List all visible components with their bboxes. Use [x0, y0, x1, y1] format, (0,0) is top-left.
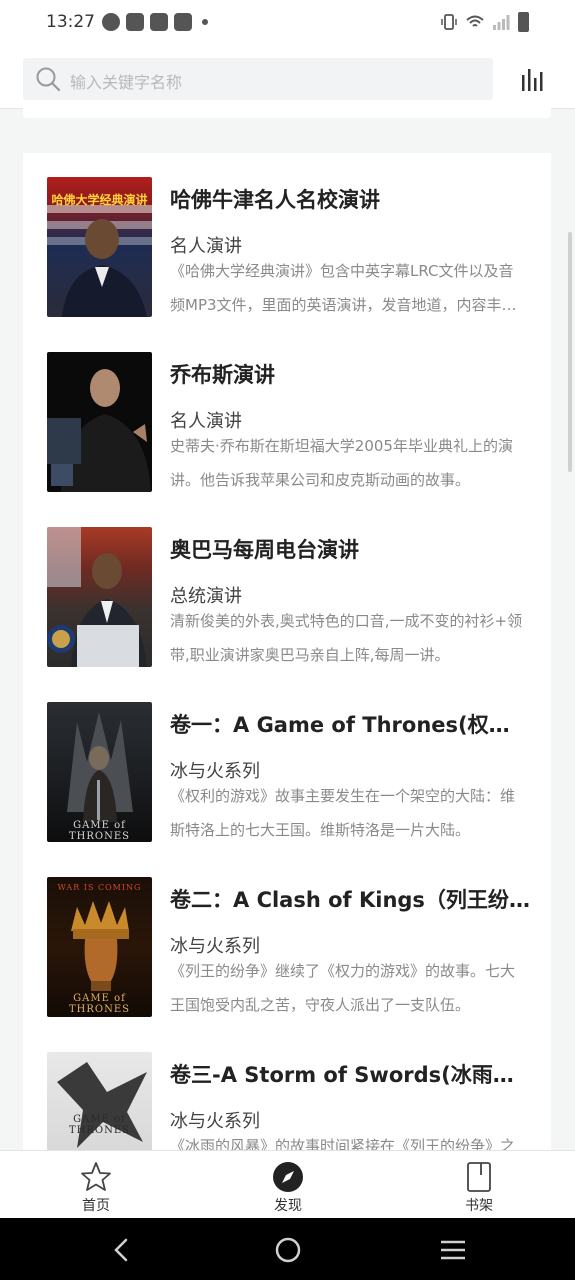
star-icon	[81, 1162, 111, 1191]
back-icon[interactable]	[108, 1236, 136, 1264]
battery-icon	[518, 12, 529, 32]
status-time: 13:27	[46, 12, 95, 32]
status-bar: 13:27	[0, 0, 575, 48]
bottom-navigation: 首页 发现 书架	[0, 1150, 575, 1219]
cover-image: GAME of THRONES	[47, 1052, 152, 1153]
item-title: 乔布斯演讲	[170, 363, 275, 387]
list-item[interactable]: WAR IS COMING GAME of THRONES 卷二：A Clash…	[23, 853, 551, 1028]
mail-icon	[150, 13, 168, 31]
dot-icon	[202, 19, 208, 25]
mail-icon	[126, 13, 144, 31]
book-list: 哈佛大学经典演讲 哈佛牛津名人名校演讲 名人演讲 《哈佛大学经典演讲》包含中英字…	[23, 153, 551, 1153]
item-description: 《哈佛大学经典演讲》包含中英字幕LRC文件以及音频MP3文件，里面的英语演讲，发…	[170, 262, 514, 314]
list-item[interactable]: 奥巴马每周电台演讲 总统演讲 清新俊美的外表,奥式特色的口音,一成不变的衬衫+领…	[23, 503, 551, 678]
cover-image	[47, 352, 152, 492]
cover-tagline: WAR IS COMING	[57, 883, 142, 892]
list-item[interactable]: 哈佛大学经典演讲 哈佛牛津名人名校演讲 名人演讲 《哈佛大学经典演讲》包含中英字…	[23, 153, 551, 328]
cover-image: WAR IS COMING GAME of THRONES	[47, 877, 152, 1017]
nav-home[interactable]: 首页	[56, 1161, 136, 1215]
nav-discover[interactable]: 发现	[248, 1161, 328, 1215]
cover-caption: 哈佛大学经典演讲	[51, 193, 148, 207]
cover-image	[47, 527, 152, 667]
item-title: 卷二：A Clash of Kings（列王纷争）	[170, 888, 530, 912]
list-item[interactable]: GAME of THRONES 卷一：A Game of Thrones(权利的…	[23, 678, 551, 853]
mail-icon	[174, 13, 192, 31]
cover-image: 哈佛大学经典演讲	[47, 177, 152, 317]
search-input[interactable]: 输入关键字名称	[23, 58, 493, 100]
scrollbar[interactable]	[568, 232, 572, 472]
system-icons	[440, 12, 529, 32]
cover-caption: GAME of THRONES	[68, 1114, 131, 1136]
item-title: 哈佛牛津名人名校演讲	[170, 188, 380, 212]
search-header: 输入关键字名称	[0, 48, 575, 109]
cover-caption: GAME of THRONES	[68, 993, 131, 1015]
system-navigation-bar	[0, 1218, 575, 1280]
cover-caption: GAME of THRONES	[68, 820, 131, 842]
list-item[interactable]: GAME of THRONES 卷三-A Storm of Swords(冰雨的…	[23, 1028, 551, 1153]
recents-icon[interactable]	[439, 1236, 467, 1264]
wifi-icon	[466, 15, 484, 27]
compass-icon	[273, 1162, 303, 1192]
nav-home-label: 首页	[82, 1198, 110, 1214]
book-icon	[467, 1162, 491, 1192]
cover-image: GAME of THRONES	[47, 702, 152, 842]
previous-card-edge	[23, 108, 551, 118]
signal-icon	[493, 15, 510, 30]
item-description: 史蒂夫·乔布斯在斯坦福大学2005年毕业典礼上的演讲。他告诉我苹果公司和皮克斯动…	[170, 437, 513, 489]
vibrate-icon	[441, 14, 457, 30]
item-title: 奥巴马每周电台演讲	[170, 538, 359, 562]
item-description: 《列王的纷争》继续了《权力的游戏》的故事。七大王国饱受内乱之苦，守夜人派出了一支…	[170, 962, 516, 1014]
app-icon	[102, 13, 120, 31]
list-item[interactable]: 乔布斯演讲 名人演讲 史蒂夫·乔布斯在斯坦福大学2005年毕业典礼上的演讲。他告…	[23, 328, 551, 503]
search-icon	[36, 67, 61, 92]
nav-shelf[interactable]: 书架	[439, 1161, 519, 1215]
notification-icons	[102, 13, 208, 31]
search-placeholder: 输入关键字名称	[70, 73, 183, 92]
ranking-chart-icon[interactable]	[521, 66, 547, 92]
item-description: 《权利的游戏》故事主要发生在一个架空的大陆：维斯特洛上的七大王国。维斯特洛是一片…	[170, 787, 516, 839]
nav-shelf-label: 书架	[465, 1198, 493, 1214]
home-icon[interactable]	[274, 1236, 302, 1264]
item-title: 卷一：A Game of Thrones(权利的游戏)	[170, 713, 530, 737]
nav-discover-label: 发现	[274, 1198, 302, 1214]
item-title: 卷三-A Storm of Swords(冰雨的风暴)	[170, 1063, 530, 1087]
item-description: 清新俊美的外表,奥式特色的口音,一成不变的衬衫+领带,职业演讲家奥巴马亲自上阵,…	[170, 612, 523, 664]
